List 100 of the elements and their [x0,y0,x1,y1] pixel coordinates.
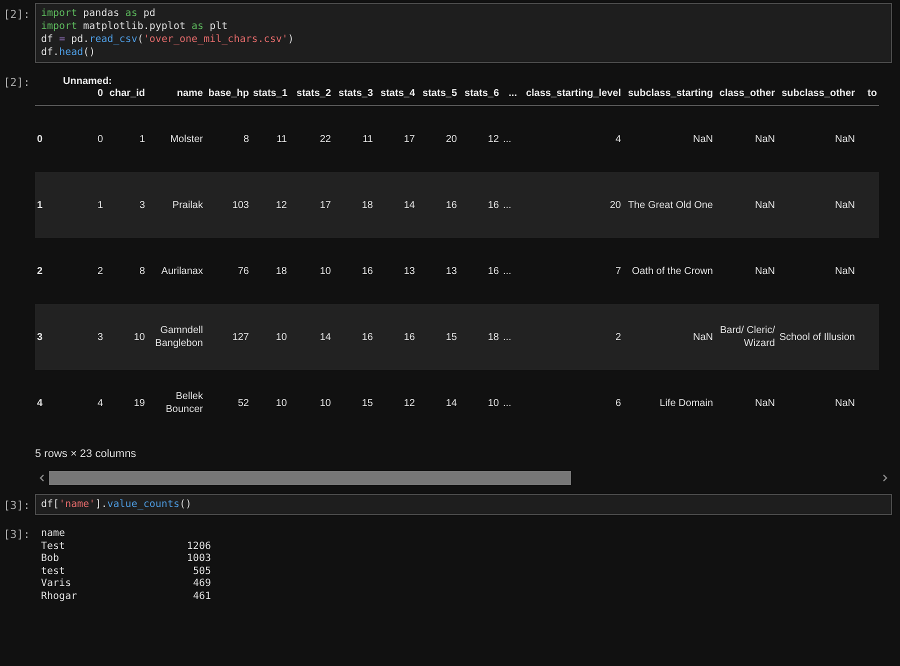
table-cell: Bellek Bouncer [166,391,203,415]
table-cell: 1 [139,134,145,144]
table-cell: 16 [488,200,499,210]
table-cell: 12 [404,398,415,408]
table-cell: ... [503,266,512,276]
series-label: Rhogar [41,590,78,603]
table-cell: Bard/ Cleric/ Wizard [720,325,775,349]
column-header: ... [508,88,517,99]
table-cell: 127 [232,332,249,342]
column-header: class_other [719,88,775,99]
row-index: 2 [37,266,43,276]
table-cell: 7 [615,266,621,276]
row-index: 3 [37,332,43,342]
column-header: stats_5 [422,88,457,99]
table-cell: 6 [615,398,621,408]
cell-prompt: [3]: [2,527,31,541]
table-cell: 16 [446,200,457,210]
table-cell: 2 [615,332,621,342]
series-count: 1206 [186,540,211,553]
table-cell: 52 [238,398,249,408]
table-cell: 14 [320,332,331,342]
row-index: 1 [37,200,43,210]
table-cell: NaN [754,398,775,408]
table-cell: 20 [610,200,621,210]
table-cell: 8 [139,266,145,276]
column-header: class_starting_level [526,88,621,99]
column-header: to [868,88,877,99]
table-cell: 3 [139,200,145,210]
series-label: Varis [41,578,72,590]
table-cell: 76 [238,266,249,276]
table-cell: 14 [446,398,457,408]
table-cell: ... [503,332,512,342]
table-cell: 12 [276,200,287,210]
cell-prompt: [2]: [2,7,31,21]
series-label: Bob [41,553,60,566]
column-header: subclass_other [782,88,855,99]
column-header: stats_1 [253,88,288,99]
table-cell: 22 [320,134,331,144]
table-cell: ... [503,134,512,144]
column-header: base_hp [208,88,249,99]
table-cell: 103 [232,200,249,210]
table-cell: 10 [276,398,287,408]
table-cell: Gamndell Banglebon [155,325,203,349]
table-cell: 16 [404,332,415,342]
table-cell: NaN [834,200,855,210]
series-label: test [41,566,66,578]
table-cell: 18 [362,200,373,210]
table-cell: 0 [97,134,103,144]
table-cell: ... [503,398,512,408]
table-cell: NaN [754,134,775,144]
column-header: stats_4 [380,88,415,99]
table-cell: 3 [97,332,103,342]
table-cell: NaN [834,266,855,276]
column-header: stats_2 [296,88,331,99]
column-header: stats_3 [338,88,373,99]
table-cell: Aurilanax [161,266,203,276]
table-cell: NaN [834,134,855,144]
table-cell: 17 [320,200,331,210]
table-cell: The Great Old One [628,200,713,210]
table-cell: 16 [362,266,373,276]
table-cell: 17 [404,134,415,144]
table-cell: NaN [754,200,775,210]
series-name: name [41,528,66,540]
table-cell: 10 [134,332,145,342]
column-header: subclass_starting [628,88,713,99]
table-cell: 1 [97,200,103,210]
table-cell: 13 [404,266,415,276]
series-count: 505 [192,566,211,578]
cell-prompt: [3]: [2,498,31,512]
code-editor[interactable]: import pandas as pd import matplotlib.pyplot as plt df = pd.read_csv('over_one_mil_chars.csv') df.head() [35,3,892,63]
table-cell: 16 [488,266,499,276]
code-editor[interactable]: df['name'].value_counts() [35,494,892,515]
table-summary: 5 rows × 23 columns [35,448,136,460]
table-cell: Life Domain [660,398,713,408]
series-count: 1003 [186,553,211,566]
table-cell: 10 [276,332,287,342]
table-cell: Oath of the Crown [632,266,713,276]
table-cell: 15 [446,332,457,342]
scrollbar-thumb[interactable] [49,471,572,485]
table-cell: 18 [276,266,287,276]
table-cell: 20 [446,134,457,144]
table-cell: 15 [362,398,373,408]
table-cell: 8 [243,134,249,144]
table-cell: 10 [320,398,331,408]
table-cell: NaN [692,332,713,342]
series-label: Test [41,540,66,553]
table-cell: 14 [404,200,415,210]
table-cell: 10 [320,266,331,276]
cell-prompt: [2]: [2,75,31,89]
table-cell: 2 [97,266,103,276]
table-cell: School of Illusion [779,332,855,342]
table-cell: Prailak [172,200,203,210]
table-cell: NaN [834,398,855,408]
table-cell: 11 [276,134,287,144]
table-cell: 10 [488,398,499,408]
table-cell: NaN [692,134,713,144]
table-cell: 11 [362,134,373,144]
table-cell: 13 [446,266,457,276]
row-index: 0 [37,134,43,144]
table-cell: 19 [134,398,145,408]
